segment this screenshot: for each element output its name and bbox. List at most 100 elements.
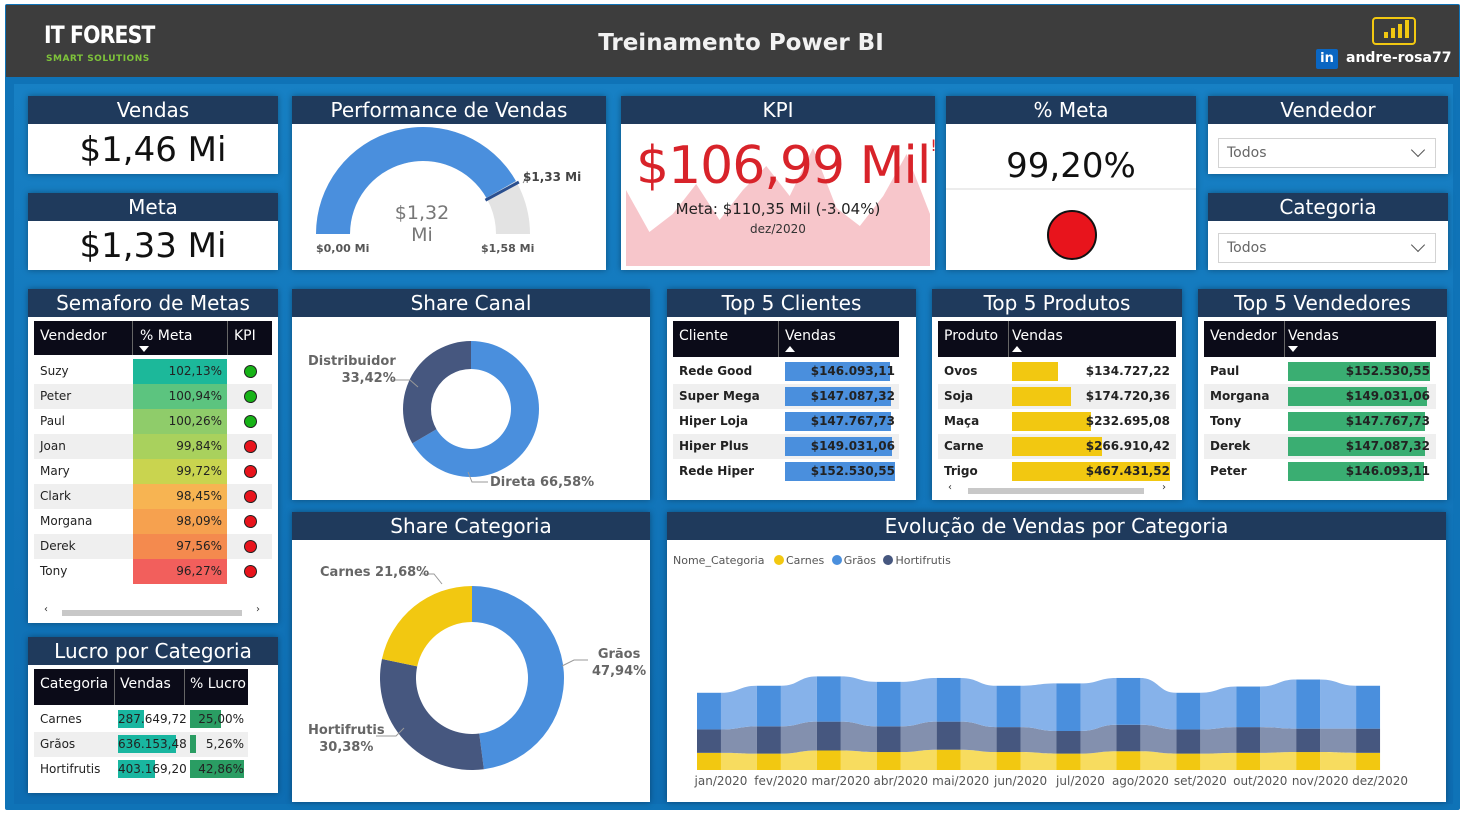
col-vendas[interactable]: Vendas bbox=[120, 676, 171, 692]
table-row[interactable]: Derek $147.087,32 bbox=[1204, 434, 1436, 459]
sort-asc-icon[interactable] bbox=[785, 346, 795, 352]
column-segment-carnes[interactable] bbox=[876, 752, 901, 770]
share-canal-slice-distribuidor[interactable] bbox=[403, 341, 471, 444]
ribbon-hortifrutis[interactable] bbox=[1200, 727, 1237, 754]
categoria-dropdown[interactable]: Todos bbox=[1218, 233, 1436, 263]
ribbon-gros[interactable] bbox=[900, 677, 937, 727]
sort-desc-icon[interactable] bbox=[139, 346, 149, 352]
column-segment-gros[interactable] bbox=[756, 685, 781, 727]
linkedin-icon[interactable]: in bbox=[1316, 49, 1338, 69]
column-segment-hortifrutis[interactable] bbox=[756, 726, 781, 754]
table-row[interactable]: Carnes 287.649,72 25,00% bbox=[34, 707, 248, 732]
linkedin-username[interactable]: andre-rosa77 bbox=[1346, 50, 1451, 66]
column-segment-hortifrutis[interactable] bbox=[996, 727, 1021, 753]
table-row[interactable]: Soja $174.720,36 bbox=[938, 384, 1176, 409]
col-kpi[interactable]: KPI bbox=[234, 328, 256, 344]
column-segment-carnes[interactable] bbox=[756, 753, 781, 770]
column-segment-carnes[interactable] bbox=[816, 750, 841, 771]
column-segment-hortifrutis[interactable] bbox=[1356, 728, 1381, 753]
ribbon-hortifrutis[interactable] bbox=[1320, 728, 1357, 753]
ribbon-carnes[interactable] bbox=[1140, 751, 1177, 770]
column-segment-gros[interactable] bbox=[936, 677, 961, 722]
col-produto[interactable]: Produto bbox=[944, 328, 998, 344]
column-segment-carnes[interactable] bbox=[1056, 753, 1081, 770]
column-segment-hortifrutis[interactable] bbox=[1116, 724, 1141, 752]
share-categoria-slice-carnes[interactable] bbox=[381, 586, 472, 667]
evolucao-ribbon-chart[interactable]: jan/2020 fev/2020 mar/2020 abr/2020 mai/2020… bbox=[667, 540, 1446, 802]
column-segment-carnes[interactable] bbox=[1296, 752, 1321, 770]
column-segment-carnes[interactable] bbox=[1116, 751, 1141, 770]
table-row[interactable]: Tony $147.767,73 bbox=[1204, 409, 1436, 434]
share-categoria-slice-gros[interactable] bbox=[472, 586, 565, 770]
table-row[interactable]: Rede Good $146.093,11 bbox=[673, 359, 899, 384]
ribbon-gros[interactable] bbox=[1140, 677, 1177, 730]
table-row[interactable]: Carne $266.910,42 bbox=[938, 434, 1176, 459]
column-segment-hortifrutis[interactable] bbox=[1236, 727, 1261, 753]
ribbon-gros[interactable] bbox=[1260, 679, 1297, 729]
column-segment-gros[interactable] bbox=[876, 681, 901, 727]
column-segment-hortifrutis[interactable] bbox=[1176, 729, 1201, 754]
scroll-right-icon[interactable]: › bbox=[256, 604, 260, 615]
column-segment-gros[interactable] bbox=[816, 676, 841, 722]
table-row[interactable]: Morgana 98,09% bbox=[34, 509, 272, 534]
scroll-right-icon[interactable]: › bbox=[1162, 482, 1166, 493]
ribbon-hortifrutis[interactable] bbox=[1020, 727, 1057, 754]
column-segment-gros[interactable] bbox=[1176, 692, 1201, 730]
scroll-thumb[interactable] bbox=[62, 610, 242, 616]
column-segment-carnes[interactable] bbox=[936, 749, 961, 770]
table-row[interactable]: Maça $232.695,08 bbox=[938, 409, 1176, 434]
share-canal-donut[interactable] bbox=[292, 317, 650, 500]
column-segment-gros[interactable] bbox=[996, 685, 1021, 728]
ribbon-carnes[interactable] bbox=[1020, 752, 1057, 770]
ribbon-gros[interactable] bbox=[1320, 679, 1357, 729]
table-row[interactable]: Mary 99,72% bbox=[34, 459, 272, 484]
ribbon-carnes[interactable] bbox=[1260, 752, 1297, 770]
chevron-down-icon[interactable] bbox=[1410, 142, 1426, 158]
table-row[interactable]: Hiper Loja $147.767,73 bbox=[673, 409, 899, 434]
ribbon-carnes[interactable] bbox=[960, 749, 997, 770]
share-categoria-slice-hortifrutis[interactable] bbox=[380, 658, 484, 770]
table-row[interactable]: Clark 98,45% bbox=[34, 484, 272, 509]
col-categoria[interactable]: Categoria bbox=[40, 676, 108, 692]
ribbon-carnes[interactable] bbox=[900, 749, 937, 770]
sort-asc-icon[interactable] bbox=[1012, 346, 1022, 352]
column-segment-hortifrutis[interactable] bbox=[1056, 731, 1081, 754]
table-row[interactable]: Paul 100,26% bbox=[34, 409, 272, 434]
scroll-left-icon[interactable]: ‹ bbox=[948, 482, 952, 493]
ribbon-gros[interactable] bbox=[780, 676, 817, 727]
col-vendas[interactable]: Vendas bbox=[1012, 328, 1063, 344]
scroll-thumb[interactable] bbox=[968, 488, 1144, 494]
sort-desc-icon[interactable] bbox=[1288, 346, 1298, 352]
column-segment-hortifrutis[interactable] bbox=[936, 721, 961, 750]
column-segment-gros[interactable] bbox=[697, 692, 721, 730]
table-row[interactable]: Trigo $467.431,52 bbox=[938, 459, 1176, 484]
table-row[interactable]: Ovos $134.727,22 bbox=[938, 359, 1176, 384]
ribbon-hortifrutis[interactable] bbox=[1260, 727, 1297, 753]
table-row[interactable]: Derek 97,56% bbox=[34, 534, 272, 559]
table-row[interactable]: Super Mega $147.087,32 bbox=[673, 384, 899, 409]
column-segment-carnes[interactable] bbox=[1356, 752, 1381, 770]
column-segment-gros[interactable] bbox=[1056, 683, 1081, 731]
ribbon-carnes[interactable] bbox=[1080, 751, 1117, 770]
table-row[interactable]: Rede Hiper $152.530,55 bbox=[673, 459, 899, 484]
column-segment-hortifrutis[interactable] bbox=[876, 726, 901, 753]
col-lucro[interactable]: % Lucro bbox=[190, 676, 246, 692]
ribbon-gros[interactable] bbox=[1200, 686, 1237, 730]
table-row[interactable]: Paul $152.530,55 bbox=[1204, 359, 1436, 384]
table-row[interactable]: Hortifrutis 403.169,20 42,86% bbox=[34, 757, 248, 782]
column-segment-carnes[interactable] bbox=[1236, 752, 1261, 770]
semaforo-scrollbar[interactable]: ‹ › bbox=[42, 604, 262, 617]
ribbon-gros[interactable] bbox=[960, 677, 997, 728]
scroll-left-icon[interactable]: ‹ bbox=[44, 604, 48, 615]
table-row[interactable]: Hiper Plus $149.031,06 bbox=[673, 434, 899, 459]
table-row[interactable]: Suzy 102,13% bbox=[34, 359, 272, 384]
chevron-down-icon[interactable] bbox=[1410, 237, 1426, 253]
column-segment-carnes[interactable] bbox=[697, 752, 721, 770]
column-segment-gros[interactable] bbox=[1356, 685, 1381, 729]
ribbon-carnes[interactable] bbox=[720, 752, 757, 770]
ribbon-carnes[interactable] bbox=[1200, 752, 1237, 770]
table-row[interactable]: Tony 96,27% bbox=[34, 559, 272, 584]
table-row[interactable]: Peter $146.093,11 bbox=[1204, 459, 1436, 484]
ribbon-gros[interactable] bbox=[1020, 683, 1057, 731]
col-cliente[interactable]: Cliente bbox=[679, 328, 728, 344]
